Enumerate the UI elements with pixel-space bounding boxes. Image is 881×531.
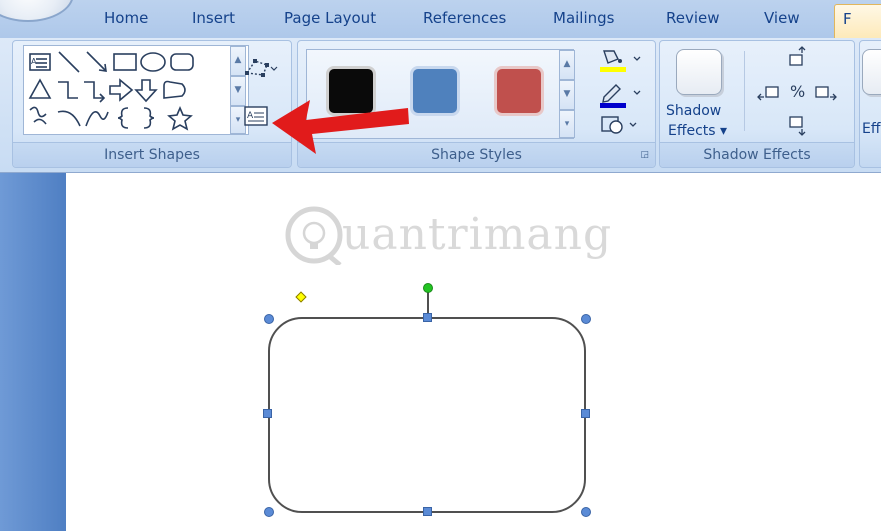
resize-handle-left[interactable]	[263, 409, 272, 418]
rotation-handle[interactable]	[423, 283, 433, 293]
svg-text:A: A	[247, 111, 254, 121]
draw-text-box-icon[interactable]: A	[243, 105, 269, 127]
shape-fill-button[interactable]	[598, 47, 644, 75]
tab-format[interactable]: F	[834, 4, 881, 39]
resize-handle-top[interactable]	[423, 313, 432, 322]
curve-shape-icon	[85, 110, 109, 127]
styles-scroll-down-button[interactable]: ▼	[559, 80, 575, 110]
left-brace-shape-icon	[117, 107, 129, 129]
tab-references[interactable]: References	[423, 9, 506, 27]
down-arrow-shape-icon	[134, 79, 158, 103]
nudge-shadow-left-icon	[757, 86, 779, 101]
tab-review[interactable]: Review	[666, 9, 720, 27]
office-button[interactable]	[0, 0, 74, 22]
tab-home[interactable]: Home	[104, 9, 148, 27]
oval-shape-icon	[140, 52, 166, 72]
text-box-shape-icon: A	[29, 53, 51, 71]
svg-text:A: A	[31, 57, 37, 66]
resize-handle-bottom[interactable]	[423, 507, 432, 516]
nudge-shadow-controls: %	[757, 46, 837, 136]
arc-shape-icon	[57, 110, 81, 127]
nudge-shadow-right-icon	[815, 86, 837, 101]
tab-page-layout[interactable]: Page Layout	[284, 9, 376, 27]
gallery-scroll-down-button[interactable]: ▼	[230, 76, 246, 106]
tab-view[interactable]: View	[764, 9, 800, 27]
right-arrow-shape-icon	[109, 78, 134, 102]
shadow-on-off-icon: %	[790, 82, 805, 101]
resize-handle-bottom-left[interactable]	[264, 507, 274, 517]
right-brace-shape-icon	[143, 107, 155, 129]
elbow-connector-shape-icon	[58, 81, 78, 99]
3d-effects-label: Eff	[862, 121, 881, 137]
rounded-rectangle-shape[interactable]	[268, 317, 586, 513]
shadow-effects-label-2: Effects	[668, 123, 716, 139]
resize-handle-right[interactable]	[581, 409, 590, 418]
tab-insert[interactable]: Insert	[192, 9, 235, 27]
shadow-effects-button[interactable]: Shadow Effects ▾	[664, 45, 738, 141]
tab-mailings[interactable]: Mailings	[553, 9, 614, 27]
elbow-arrow-connector-shape-icon	[84, 81, 106, 103]
shadow-effects-label-1: Shadow	[666, 103, 722, 119]
group-insert-shapes: A ▲ ▼ ▾ A Insert Shapes	[12, 40, 292, 168]
styles-scroll-up-button[interactable]: ▲	[559, 50, 575, 80]
svg-text:%: %	[790, 82, 805, 101]
rectangle-shape-icon	[113, 53, 137, 71]
freeform-shape-icon	[163, 80, 186, 99]
style-swatch-3-fill	[494, 66, 544, 116]
group-label-shadow-effects: Shadow Effects	[660, 142, 854, 167]
watermark-text: uantrimang	[342, 209, 613, 260]
group-label-shape-styles-text: Shape Styles	[431, 147, 522, 163]
star-shape-icon	[167, 105, 193, 131]
styles-more-button[interactable]: ▾	[559, 110, 575, 138]
shadow-effects-icon	[676, 49, 722, 95]
dialog-launcher-icon[interactable]: ◲	[640, 143, 649, 167]
change-shape-button[interactable]	[598, 113, 644, 139]
watermark-lightbulb-icon	[285, 206, 343, 265]
style-swatch-3[interactable]	[479, 50, 559, 136]
arrow-line-shape-icon	[86, 51, 107, 72]
change-shape-icon	[601, 116, 623, 134]
triangle-shape-icon	[28, 78, 52, 99]
resize-handle-bottom-right[interactable]	[581, 507, 591, 517]
rounded-rectangle-shape-icon	[170, 53, 194, 71]
shapes-gallery[interactable]: A ▲ ▼ ▾	[23, 45, 249, 135]
resize-handle-top-right[interactable]	[581, 314, 591, 324]
annotation-arrow	[272, 100, 409, 154]
tab-format-label: F	[843, 10, 852, 28]
paint-bucket-icon	[603, 50, 622, 64]
ribbon-tab-bar: Home Insert Page Layout References Maili…	[0, 0, 881, 39]
3d-effects-icon[interactable]	[862, 49, 881, 95]
scribble-shape-icon	[29, 106, 47, 125]
shape-outline-button[interactable]	[598, 81, 644, 109]
ribbon: A ▲ ▼ ▾ A Insert Shapes ▲ ▼ ▾ Shape Styl…	[0, 38, 881, 173]
style-swatch-2-fill	[410, 66, 460, 116]
group-shadow-effects: Shadow Effects ▾ % Shadow Effects	[659, 40, 855, 168]
line-shape-icon	[58, 51, 80, 73]
group-label-insert-shapes: Insert Shapes	[13, 142, 291, 167]
group-divider	[744, 51, 745, 131]
watermark: uantrimang	[284, 203, 624, 273]
nudge-shadow-down-icon	[789, 116, 806, 136]
document-page[interactable]: uantrimang	[66, 173, 881, 531]
pencil-icon	[602, 84, 621, 103]
nudge-shadow-up-icon	[789, 46, 806, 66]
shadow-effects-label-2-wrap: Effects ▾	[668, 123, 728, 139]
adjustment-handle[interactable]	[295, 291, 307, 303]
edit-points-icon[interactable]	[243, 57, 279, 79]
resize-handle-top-left[interactable]	[264, 314, 274, 324]
shapes-gallery-icons: A	[28, 51, 194, 131]
group-3d-effects: Eff	[859, 40, 881, 168]
left-margin-bar	[0, 173, 66, 531]
